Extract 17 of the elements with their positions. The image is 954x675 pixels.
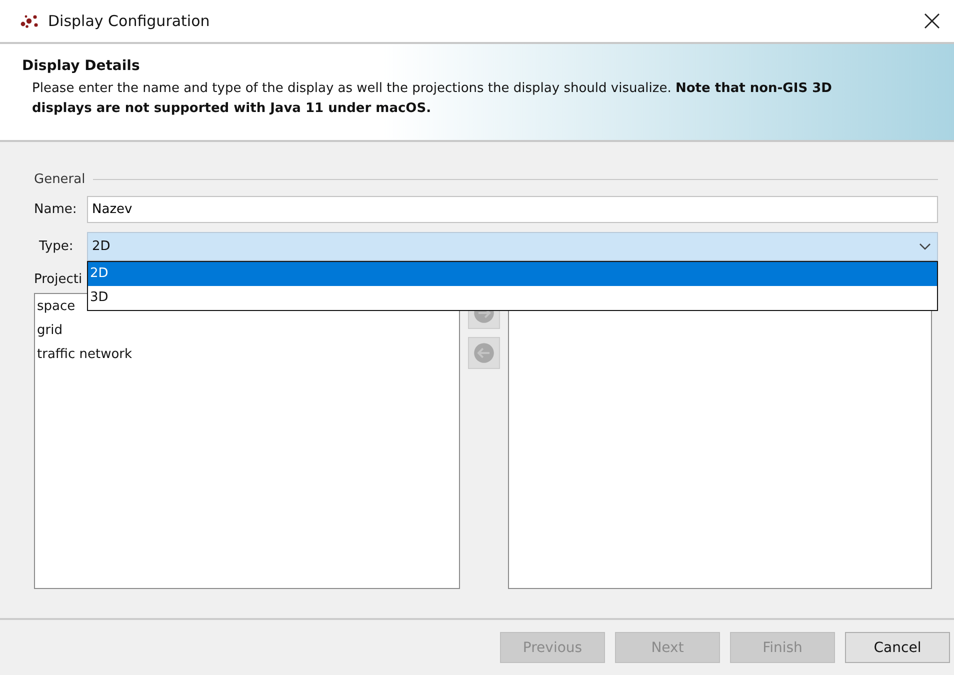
list-item[interactable]: traffic network (35, 344, 459, 368)
list-item[interactable]: grid (35, 320, 459, 344)
window-title: Display Configuration (48, 12, 210, 30)
close-icon (924, 13, 940, 29)
dropdown-option[interactable]: 3D (88, 286, 937, 310)
description-text: Please enter the name and type of the display as well the projections the display should visualize. Note that non-GIS 3D displays are not supported with Java 11 under macOS. (31, 80, 833, 118)
projections-label: Projecti (34, 272, 82, 287)
type-dropdown[interactable]: 2D (87, 232, 938, 261)
caret-icon (919, 242, 931, 250)
dropdown-option[interactable]: 2D (88, 262, 937, 286)
dialog-button[interactable]: Cancel (845, 632, 950, 663)
name-field[interactable]: Nazev (87, 196, 938, 223)
field-label: Type: (38, 239, 74, 254)
group-label: General (34, 172, 86, 187)
section-title: Display Details (22, 58, 141, 74)
app-logo-icon (20, 14, 40, 28)
field-label: Name: (34, 202, 78, 217)
